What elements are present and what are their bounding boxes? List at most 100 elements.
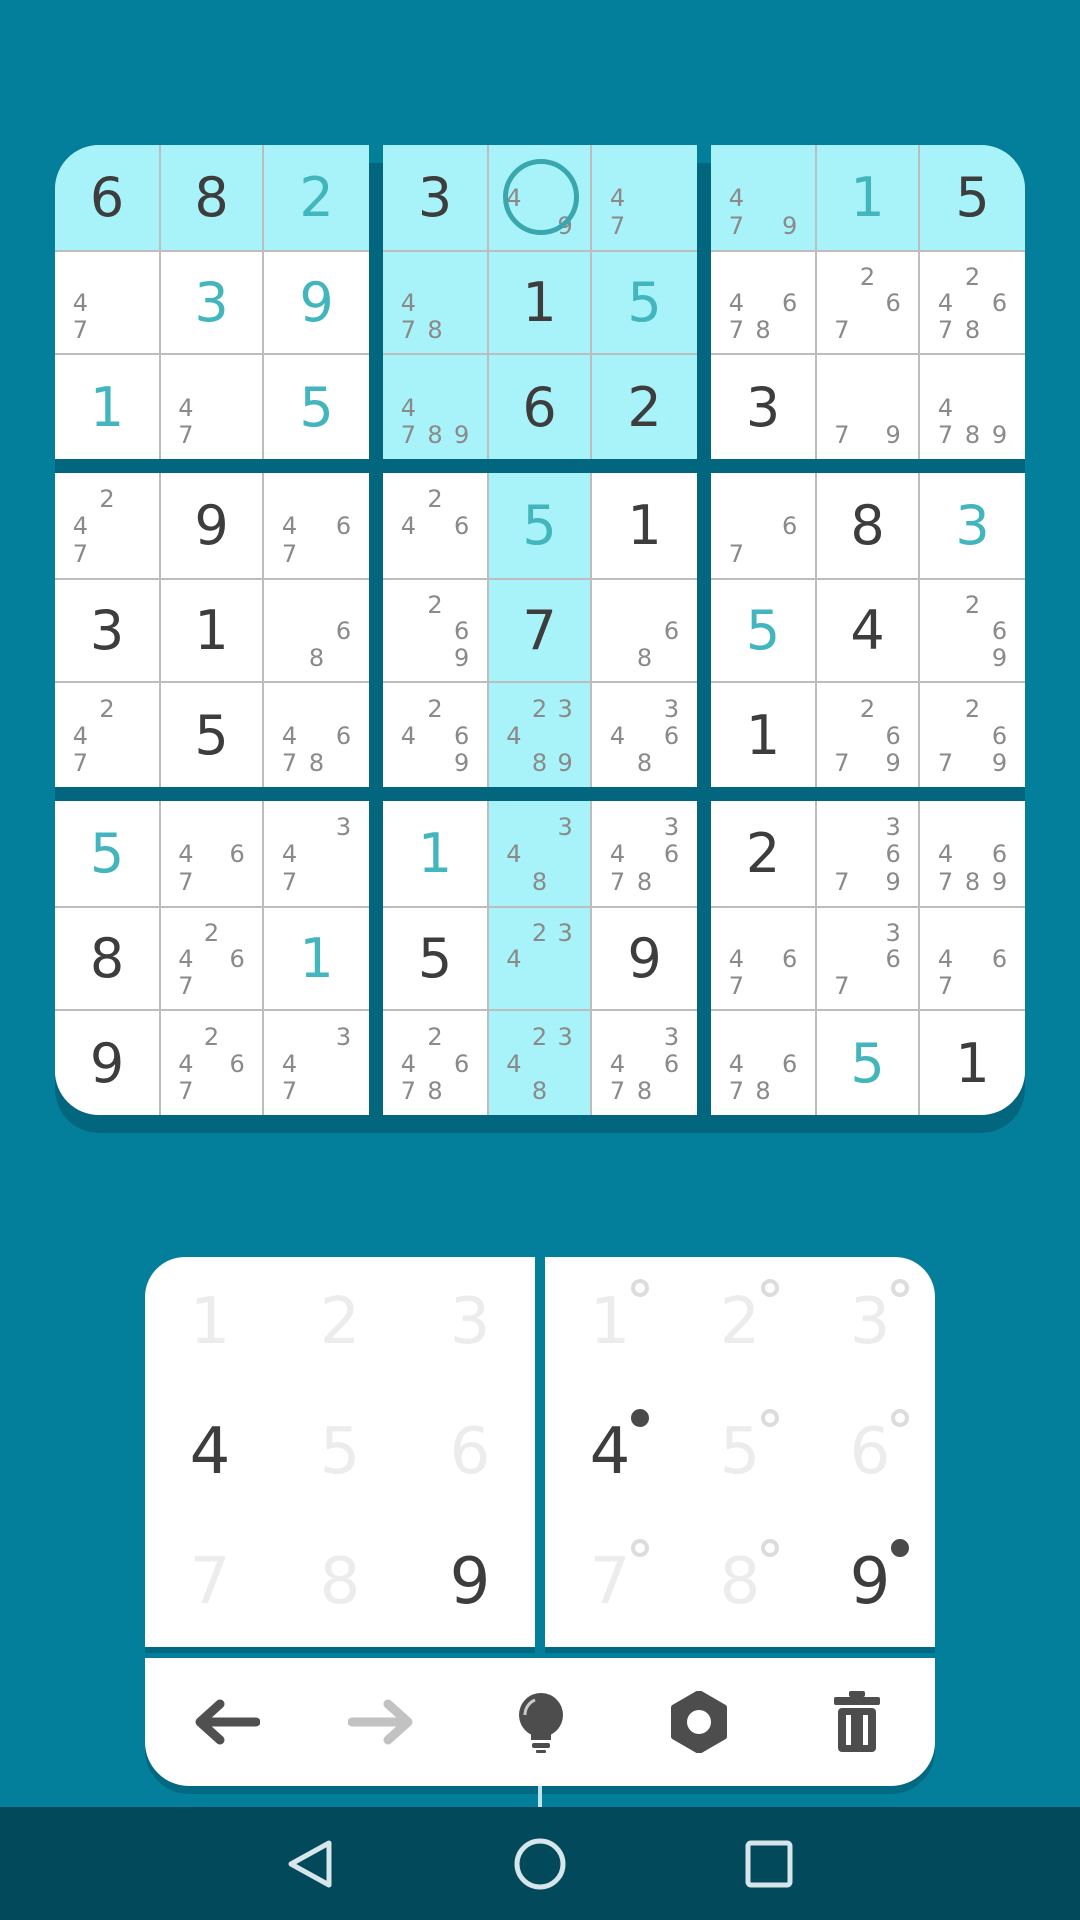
sudoku-cell[interactable]: 2 xyxy=(711,801,815,906)
sudoku-cell[interactable]: 24 6 7 xyxy=(161,908,262,1009)
sudoku-cell[interactable]: 47 xyxy=(55,252,159,353)
sudoku-cell[interactable]: 4 6 7 xyxy=(920,908,1025,1009)
sudoku-cell[interactable]: 9 xyxy=(592,908,697,1009)
sudoku-cell[interactable]: 1 xyxy=(161,580,262,681)
sudoku-cell[interactable]: 24 6 78 xyxy=(920,252,1025,353)
sudoku-cell[interactable]: 8 xyxy=(55,908,159,1009)
sudoku-cell[interactable]: 47 9 xyxy=(711,145,815,250)
value-key[interactable]: 9 xyxy=(405,1517,535,1647)
sudoku-cell[interactable]: 4 6 7 xyxy=(264,473,369,578)
delete-button[interactable] xyxy=(812,1677,902,1767)
back-button[interactable] xyxy=(275,1829,345,1899)
sudoku-cell[interactable]: 9 xyxy=(161,473,262,578)
sudoku-cell[interactable]: 23 4 xyxy=(489,908,590,1009)
undo-button[interactable] xyxy=(180,1677,270,1767)
sudoku-cell[interactable]: 247 xyxy=(55,683,159,787)
sudoku-cell[interactable]: 79 xyxy=(817,355,918,459)
note-key[interactable]: 3 xyxy=(805,1257,935,1387)
sudoku-cell[interactable]: 3 xyxy=(920,473,1025,578)
sudoku-cell[interactable]: 9 xyxy=(264,252,369,353)
sudoku-cell[interactable]: 24 69 xyxy=(383,683,487,787)
hint-button[interactable] xyxy=(496,1677,586,1767)
sudoku-cell[interactable]: 7 xyxy=(489,580,590,681)
note-key[interactable]: 2 xyxy=(675,1257,805,1387)
sudoku-cell[interactable]: 4 6 789 xyxy=(920,801,1025,906)
sudoku-cell[interactable]: 68 xyxy=(592,580,697,681)
value-key[interactable]: 7 xyxy=(145,1517,275,1647)
sudoku-cell[interactable]: 4 6 7 xyxy=(161,801,262,906)
sudoku-cell[interactable]: 6 xyxy=(55,145,159,250)
sudoku-cell[interactable]: 6 xyxy=(489,355,590,459)
sudoku-cell[interactable]: 36 7 xyxy=(817,908,918,1009)
sudoku-cell[interactable]: 5 xyxy=(817,1011,918,1115)
note-key[interactable]: 6 xyxy=(805,1387,935,1517)
sudoku-cell[interactable]: 5 xyxy=(711,580,815,681)
sudoku-cell[interactable]: 26 7 xyxy=(817,252,918,353)
sudoku-cell[interactable]: 1 xyxy=(920,1011,1025,1115)
sudoku-cell[interactable]: 68 xyxy=(264,580,369,681)
sudoku-cell[interactable]: 3 xyxy=(711,355,815,459)
sudoku-cell[interactable]: 4 6 78 xyxy=(711,252,815,353)
sudoku-cell[interactable]: 49 xyxy=(489,145,590,250)
sudoku-cell[interactable]: 26 7 9 xyxy=(817,683,918,787)
sudoku-cell[interactable]: 24 6 7 xyxy=(161,1011,262,1115)
sudoku-cell[interactable]: 36 7 9 xyxy=(817,801,918,906)
sudoku-cell[interactable]: 5 xyxy=(920,145,1025,250)
sudoku-cell[interactable]: 1 xyxy=(489,252,590,353)
redo-button[interactable] xyxy=(338,1677,428,1767)
note-key[interactable]: 8 xyxy=(675,1517,805,1647)
value-key[interactable]: 3 xyxy=(405,1257,535,1387)
sudoku-cell[interactable]: 4 6 78 xyxy=(711,1011,815,1115)
sudoku-cell[interactable]: 3 47 xyxy=(264,801,369,906)
sudoku-cell[interactable]: 5 xyxy=(161,683,262,787)
value-key[interactable]: 8 xyxy=(275,1517,405,1647)
note-key[interactable]: 4 xyxy=(545,1387,675,1517)
sudoku-cell[interactable]: 4789 xyxy=(920,355,1025,459)
sudoku-cell[interactable]: 4 xyxy=(817,580,918,681)
sudoku-cell[interactable]: 8 xyxy=(161,145,262,250)
sudoku-cell[interactable]: 24 6 xyxy=(383,473,487,578)
settings-button[interactable] xyxy=(654,1677,744,1767)
sudoku-cell[interactable]: 5 xyxy=(592,252,697,353)
value-key[interactable]: 5 xyxy=(275,1387,405,1517)
sudoku-cell[interactable]: 26 7 9 xyxy=(920,683,1025,787)
sudoku-cell[interactable]: 23 48 xyxy=(489,1011,590,1115)
sudoku-cell[interactable]: 5 xyxy=(264,355,369,459)
sudoku-cell[interactable]: 4789 xyxy=(383,355,487,459)
sudoku-cell[interactable]: 2 xyxy=(264,145,369,250)
sudoku-cell[interactable]: 3 4 6 78 xyxy=(592,801,697,906)
sudoku-cell[interactable]: 247 xyxy=(55,473,159,578)
value-key[interactable]: 6 xyxy=(405,1387,535,1517)
sudoku-cell[interactable]: 5 xyxy=(383,908,487,1009)
sudoku-cell[interactable]: 4 6 78 xyxy=(264,683,369,787)
sudoku-cell[interactable]: 4 6 7 xyxy=(711,908,815,1009)
sudoku-cell[interactable]: 1 xyxy=(383,801,487,906)
sudoku-cell[interactable]: 3 xyxy=(383,145,487,250)
sudoku-cell[interactable]: 1 xyxy=(711,683,815,787)
sudoku-cell[interactable]: 1 xyxy=(817,145,918,250)
sudoku-cell[interactable]: 2 xyxy=(592,355,697,459)
value-key[interactable]: 1 xyxy=(145,1257,275,1387)
sudoku-cell[interactable]: 5 xyxy=(489,473,590,578)
sudoku-cell[interactable]: 478 xyxy=(383,252,487,353)
home-button[interactable] xyxy=(505,1829,575,1899)
sudoku-cell[interactable]: 3 4 68 xyxy=(592,683,697,787)
note-key[interactable]: 9 xyxy=(805,1517,935,1647)
sudoku-cell[interactable]: 3 47 xyxy=(264,1011,369,1115)
sudoku-cell[interactable]: 1 xyxy=(55,355,159,459)
note-key[interactable]: 7 xyxy=(545,1517,675,1647)
sudoku-cell[interactable]: 5 xyxy=(55,801,159,906)
sudoku-cell[interactable]: 47 xyxy=(161,355,262,459)
value-key[interactable]: 4 xyxy=(145,1387,275,1517)
sudoku-cell[interactable]: 23 489 xyxy=(489,683,590,787)
recents-button[interactable] xyxy=(734,1829,804,1899)
sudoku-cell[interactable]: 1 xyxy=(592,473,697,578)
sudoku-cell[interactable]: 9 xyxy=(55,1011,159,1115)
sudoku-cell[interactable]: 3 48 xyxy=(489,801,590,906)
note-key[interactable]: 5 xyxy=(675,1387,805,1517)
note-key[interactable]: 1 xyxy=(545,1257,675,1387)
value-key[interactable]: 2 xyxy=(275,1257,405,1387)
sudoku-cell[interactable]: 3 xyxy=(161,252,262,353)
sudoku-cell[interactable]: 3 xyxy=(55,580,159,681)
sudoku-cell[interactable]: 8 xyxy=(817,473,918,578)
